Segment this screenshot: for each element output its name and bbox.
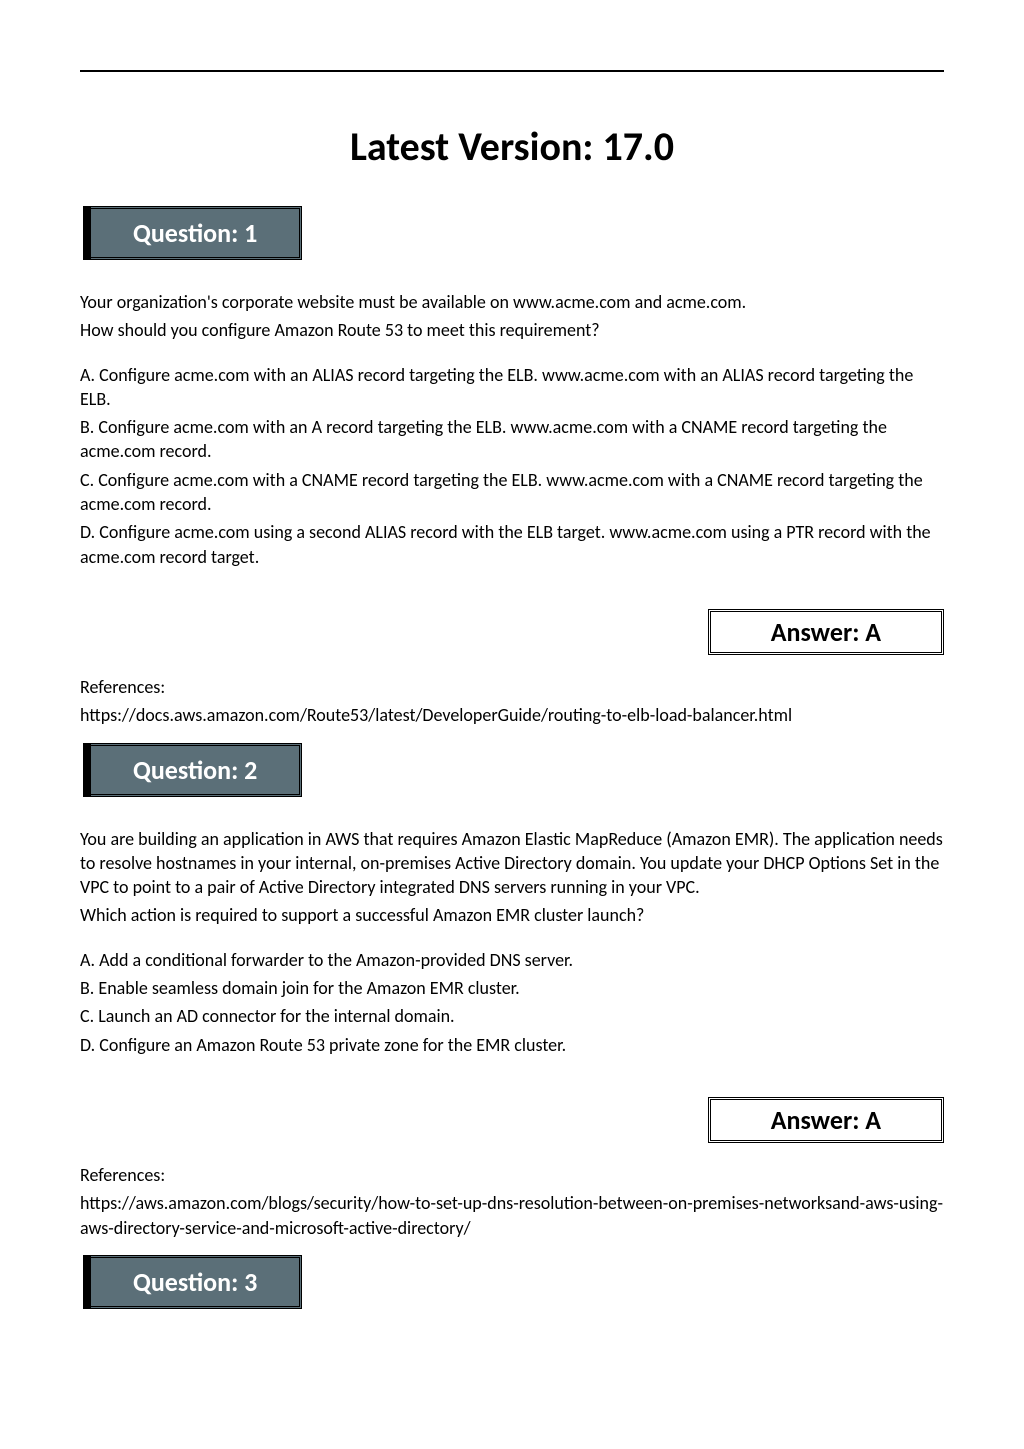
q1-option-d: D. Configure acme.com using a second ALI… [80,520,944,569]
answer-box-1: Answer: A [708,609,944,655]
top-divider [80,70,944,72]
q1-intro-line-2: How should you configure Amazon Route 53… [80,318,944,342]
q1-reference-link: https://docs.aws.amazon.com/Route53/late… [80,703,944,727]
question-heading-3: Question: 3 [88,1255,302,1309]
q1-references-label: References: [80,675,944,699]
question-1-intro: Your organization's corporate website mu… [80,290,944,343]
question-2-intro: You are building an application in AWS t… [80,827,944,928]
q1-option-b: B. Configure acme.com with an A record t… [80,415,944,464]
q1-intro-line-1: Your organization's corporate website mu… [80,290,944,314]
q1-option-a: A. Configure acme.com with an ALIAS reco… [80,363,944,412]
q2-option-d: D. Configure an Amazon Route 53 private … [80,1033,944,1057]
question-1-options: A. Configure acme.com with an ALIAS reco… [80,363,944,569]
q2-option-c: C. Launch an AD connector for the intern… [80,1004,944,1028]
q2-references-label: References: [80,1163,944,1187]
answer-box-2: Answer: A [708,1097,944,1143]
q2-intro-line-2: Which action is required to support a su… [80,903,944,927]
q1-option-c: C. Configure acme.com with a CNAME recor… [80,468,944,517]
q2-intro-line-1: You are building an application in AWS t… [80,827,944,900]
question-1-references: References: https://docs.aws.amazon.com/… [80,675,944,728]
q2-option-b: B. Enable seamless domain join for the A… [80,976,944,1000]
question-2-references: References: https://aws.amazon.com/blogs… [80,1163,944,1240]
q2-reference-link: https://aws.amazon.com/blogs/security/ho… [80,1191,944,1240]
q2-option-a: A. Add a conditional forwarder to the Am… [80,948,944,972]
question-heading-1: Question: 1 [88,206,302,260]
question-2-options: A. Add a conditional forwarder to the Am… [80,948,944,1057]
question-heading-2: Question: 2 [88,743,302,797]
page-title: Latest Version: 17.0 [80,122,944,171]
